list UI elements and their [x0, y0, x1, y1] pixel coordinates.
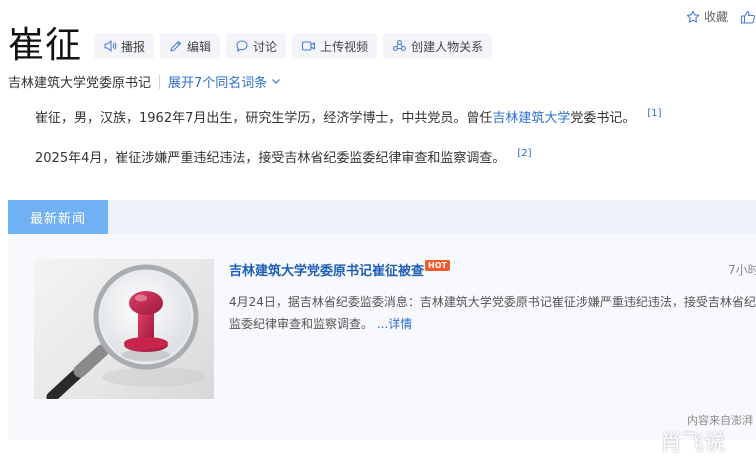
summary-text-1: 崔征，男，汉族，1962年7月出生，研究生学历，经济学博士，中共党员。曾任: [35, 111, 493, 126]
subtitle-row: 吉林建筑大学党委原书记 展开7个同名词条: [8, 72, 281, 91]
article-title-link[interactable]: 吉林建筑大学党委原书记崔征被查 HOT: [229, 260, 450, 279]
summary-paragraph-2: 2025年4月，崔征涉嫌严重违纪违法，接受吉林省纪委监委纪律审查和监察调查。 [2…: [35, 143, 532, 170]
edit-label: 编辑: [187, 39, 212, 54]
news-header-bar: [8, 200, 756, 234]
video-camera-icon: [301, 39, 316, 53]
broadcast-button[interactable]: 播报: [94, 33, 155, 59]
university-link[interactable]: 吉林建筑大学: [492, 111, 570, 126]
toolbar: 播报 编辑 讨论 上传视频 创建人物关系: [94, 33, 493, 59]
article-summary: 4月24日，据吉林省纪委监委消息：吉林建筑大学党委原书记崔征涉嫌严重违纪违法，接…: [229, 291, 756, 335]
edit-button[interactable]: 编辑: [160, 33, 221, 59]
summary-text-2: 2025年4月，崔征涉嫌严重违纪违法，接受吉林省纪委监委纪律审查和监察调查。: [35, 151, 506, 166]
summary-text-1b: 党委书记。: [570, 111, 636, 126]
summary-paragraph-1: 崔征，男，汉族，1962年7月出生，研究生学历，经济学博士，中共党员。曾任吉林建…: [35, 103, 662, 130]
broadcast-label: 播报: [121, 39, 146, 54]
tab-latest-news-label: 最新新闻: [29, 211, 86, 227]
discuss-label: 讨论: [253, 39, 278, 54]
divider: [159, 74, 161, 89]
article-thumbnail[interactable]: [34, 259, 214, 399]
page-title: 崔征: [8, 25, 83, 66]
upload-video-button[interactable]: 上传视频: [292, 33, 378, 59]
favorite-label: 收藏: [703, 10, 728, 24]
hot-badge: HOT: [425, 260, 450, 271]
article-summary-line-1: 4月24日，据吉林省纪委监委消息：吉林建筑大学党委原书记崔征涉嫌严重违纪违法，接…: [229, 295, 756, 309]
read-more-link[interactable]: ...详情: [377, 317, 412, 331]
people-icon: [392, 39, 407, 53]
speaker-icon: [103, 39, 117, 53]
article-title: 吉林建筑大学党委原书记崔征被查: [229, 264, 425, 279]
discuss-button[interactable]: 讨论: [226, 33, 287, 59]
expand-label: 展开7个同名词条: [168, 76, 268, 91]
upload-video-label: 上传视频: [320, 39, 369, 54]
top-actions: 收藏: [686, 8, 756, 25]
chat-bubble-icon: [235, 39, 249, 53]
entry-subtitle: 吉林建筑大学党委原书记: [8, 76, 152, 91]
reference-2-link[interactable]: [2]: [517, 148, 531, 159]
thumbs-up-icon: [740, 10, 756, 24]
expand-homonyms-link[interactable]: 展开7个同名词条: [168, 72, 281, 91]
article-time: 7小时: [728, 263, 756, 277]
chevron-down-icon: [271, 74, 281, 89]
create-relation-label: 创建人物关系: [411, 39, 484, 54]
star-icon: [686, 10, 700, 24]
watermark-text: 肖飞说: [660, 431, 727, 456]
pencil-icon: [169, 39, 183, 53]
article-summary-line-2: 监委纪律审查和监察调查。: [229, 317, 374, 331]
create-relation-button[interactable]: 创建人物关系: [383, 33, 493, 59]
reference-1-link[interactable]: [1]: [647, 108, 661, 119]
tab-latest-news[interactable]: 最新新闻: [8, 200, 108, 234]
favorite-button[interactable]: 收藏: [686, 8, 728, 25]
share-button[interactable]: [740, 10, 756, 24]
magnifier-pushpin-illustration: [46, 264, 206, 399]
title-row: 崔征 播报 编辑 讨论 上传视频 创建人物关系: [8, 24, 493, 68]
